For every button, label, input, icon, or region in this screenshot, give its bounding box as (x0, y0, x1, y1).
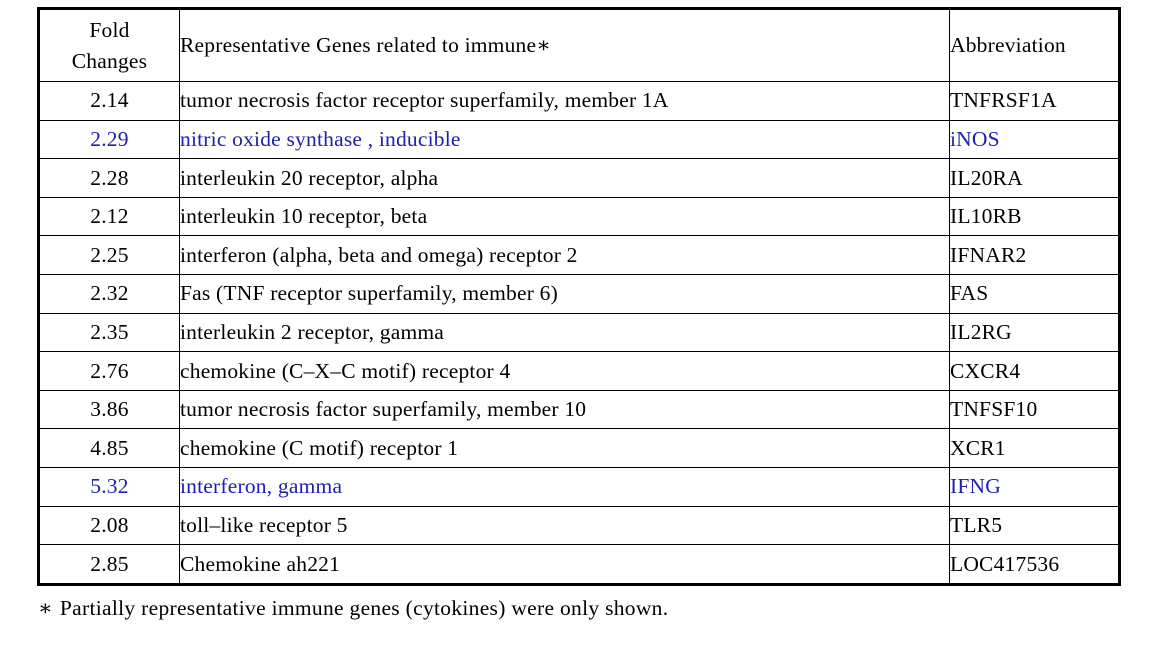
table-row: 3.86 tumor necrosis factor superfamily, m… (38, 389, 1120, 430)
cell-fold-change: 4.85 (38, 428, 180, 468)
column-header-representative-genes: Representative Genes related to immune∗ (179, 8, 950, 82)
cell-gene-name: toll–like receptor 5 (179, 505, 950, 546)
page-root: Fold Changes Representative Genes relate… (0, 0, 1154, 651)
cell-gene-name: interleukin 2 receptor, gamma (179, 312, 950, 353)
cell-fold-change: 2.08 (38, 505, 180, 546)
table-row: 2.32 Fas (TNF receptor superfamily, membe… (38, 273, 1120, 314)
cell-fold-change: 2.28 (38, 158, 180, 198)
cell-gene-name: interferon (alpha, beta and omega) recep… (179, 235, 950, 275)
cell-gene-name: chemokine (C motif) receptor 1 (179, 428, 950, 468)
table-header-row: Fold Changes Representative Genes relate… (38, 8, 1120, 82)
cell-gene-name: interleukin 20 receptor, alpha (179, 158, 950, 198)
immune-gene-table: Fold Changes Representative Genes relate… (37, 7, 1121, 586)
table-row: 2.35 interleukin 2 receptor, gamma IL2RG (38, 312, 1120, 353)
footnote-text: Partially representative immune genes (c… (59, 596, 669, 620)
cell-fold-change: 2.35 (38, 312, 180, 353)
table-footnote: ∗ Partially representative immune genes (… (38, 596, 668, 622)
cell-fold-change: 2.14 (38, 81, 180, 121)
cell-abbreviation: TLR5 (949, 505, 1120, 546)
cell-fold-change: 2.12 (38, 196, 180, 237)
cell-abbreviation: IL20RA (949, 158, 1120, 198)
table-row: 2.25 interferon (alpha, beta and omega) r… (38, 235, 1120, 275)
cell-gene-name: interferon, gamma (179, 466, 950, 507)
table-row: 5.32 interferon, gamma IFNG (38, 466, 1120, 507)
cell-abbreviation: iNOS (949, 119, 1120, 160)
cell-fold-change: 5.32 (38, 466, 180, 507)
cell-abbreviation: IFNG (949, 466, 1120, 507)
cell-gene-name: nitric oxide synthase , inducible (179, 119, 950, 160)
cell-gene-name: interleukin 10 receptor, beta (179, 196, 950, 237)
cell-fold-change: 2.32 (38, 273, 180, 314)
gene-table-container: Fold Changes Representative Genes relate… (37, 7, 1121, 586)
fold-changes-label-line2: Changes (71, 48, 148, 73)
cell-abbreviation: TNFRSF1A (949, 81, 1120, 121)
cell-abbreviation: IL2RG (949, 312, 1120, 353)
table-row: 2.08 toll–like receptor 5 TLR5 (38, 505, 1120, 546)
table-row: 2.12 interleukin 10 receptor, beta IL10RB (38, 196, 1120, 237)
cell-abbreviation: FAS (949, 273, 1120, 314)
table-row: 4.85 chemokine (C motif) receptor 1 XCR1 (38, 428, 1120, 468)
fold-changes-label-line1: Fold (89, 17, 130, 42)
cell-gene-name: Chemokine ah221 (179, 544, 950, 585)
table-row: 2.28 interleukin 20 receptor, alpha IL20RA (38, 158, 1120, 198)
footnote-asterisk-icon: ∗ (38, 596, 53, 620)
table-row: 2.29 nitric oxide synthase , inducible iNO… (38, 119, 1120, 160)
table-row: 2.14 tumor necrosis factor receptor super… (38, 81, 1120, 121)
column-header-fold-changes: Fold Changes (38, 8, 180, 82)
cell-abbreviation: XCR1 (949, 428, 1120, 468)
cell-abbreviation: LOC417536 (949, 544, 1120, 585)
cell-abbreviation: IL10RB (949, 196, 1120, 237)
column-header-abbreviation: Abbreviation (949, 8, 1120, 82)
table-body: 2.14 tumor necrosis factor receptor super… (38, 81, 1120, 585)
cell-abbreviation: CXCR4 (949, 351, 1120, 391)
cell-abbreviation: IFNAR2 (949, 235, 1120, 275)
cell-gene-name: Fas (TNF receptor superfamily, member 6) (179, 273, 950, 314)
cell-gene-name: tumor necrosis factor superfamily, membe… (179, 389, 950, 430)
cell-fold-change: 3.86 (38, 389, 180, 430)
table-row: 2.85 Chemokine ah221 LOC417536 (38, 544, 1120, 585)
cell-abbreviation: TNFSF10 (949, 389, 1120, 430)
cell-fold-change: 2.25 (38, 235, 180, 275)
table-header: Fold Changes Representative Genes relate… (38, 8, 1120, 82)
cell-fold-change: 2.76 (38, 351, 180, 391)
cell-gene-name: tumor necrosis factor receptor superfami… (179, 81, 950, 121)
cell-fold-change: 2.85 (38, 544, 180, 585)
table-row: 2.76 chemokine (C–X–C motif) receptor 4 CX… (38, 351, 1120, 391)
cell-fold-change: 2.29 (38, 119, 180, 160)
cell-gene-name: chemokine (C–X–C motif) receptor 4 (179, 351, 950, 391)
